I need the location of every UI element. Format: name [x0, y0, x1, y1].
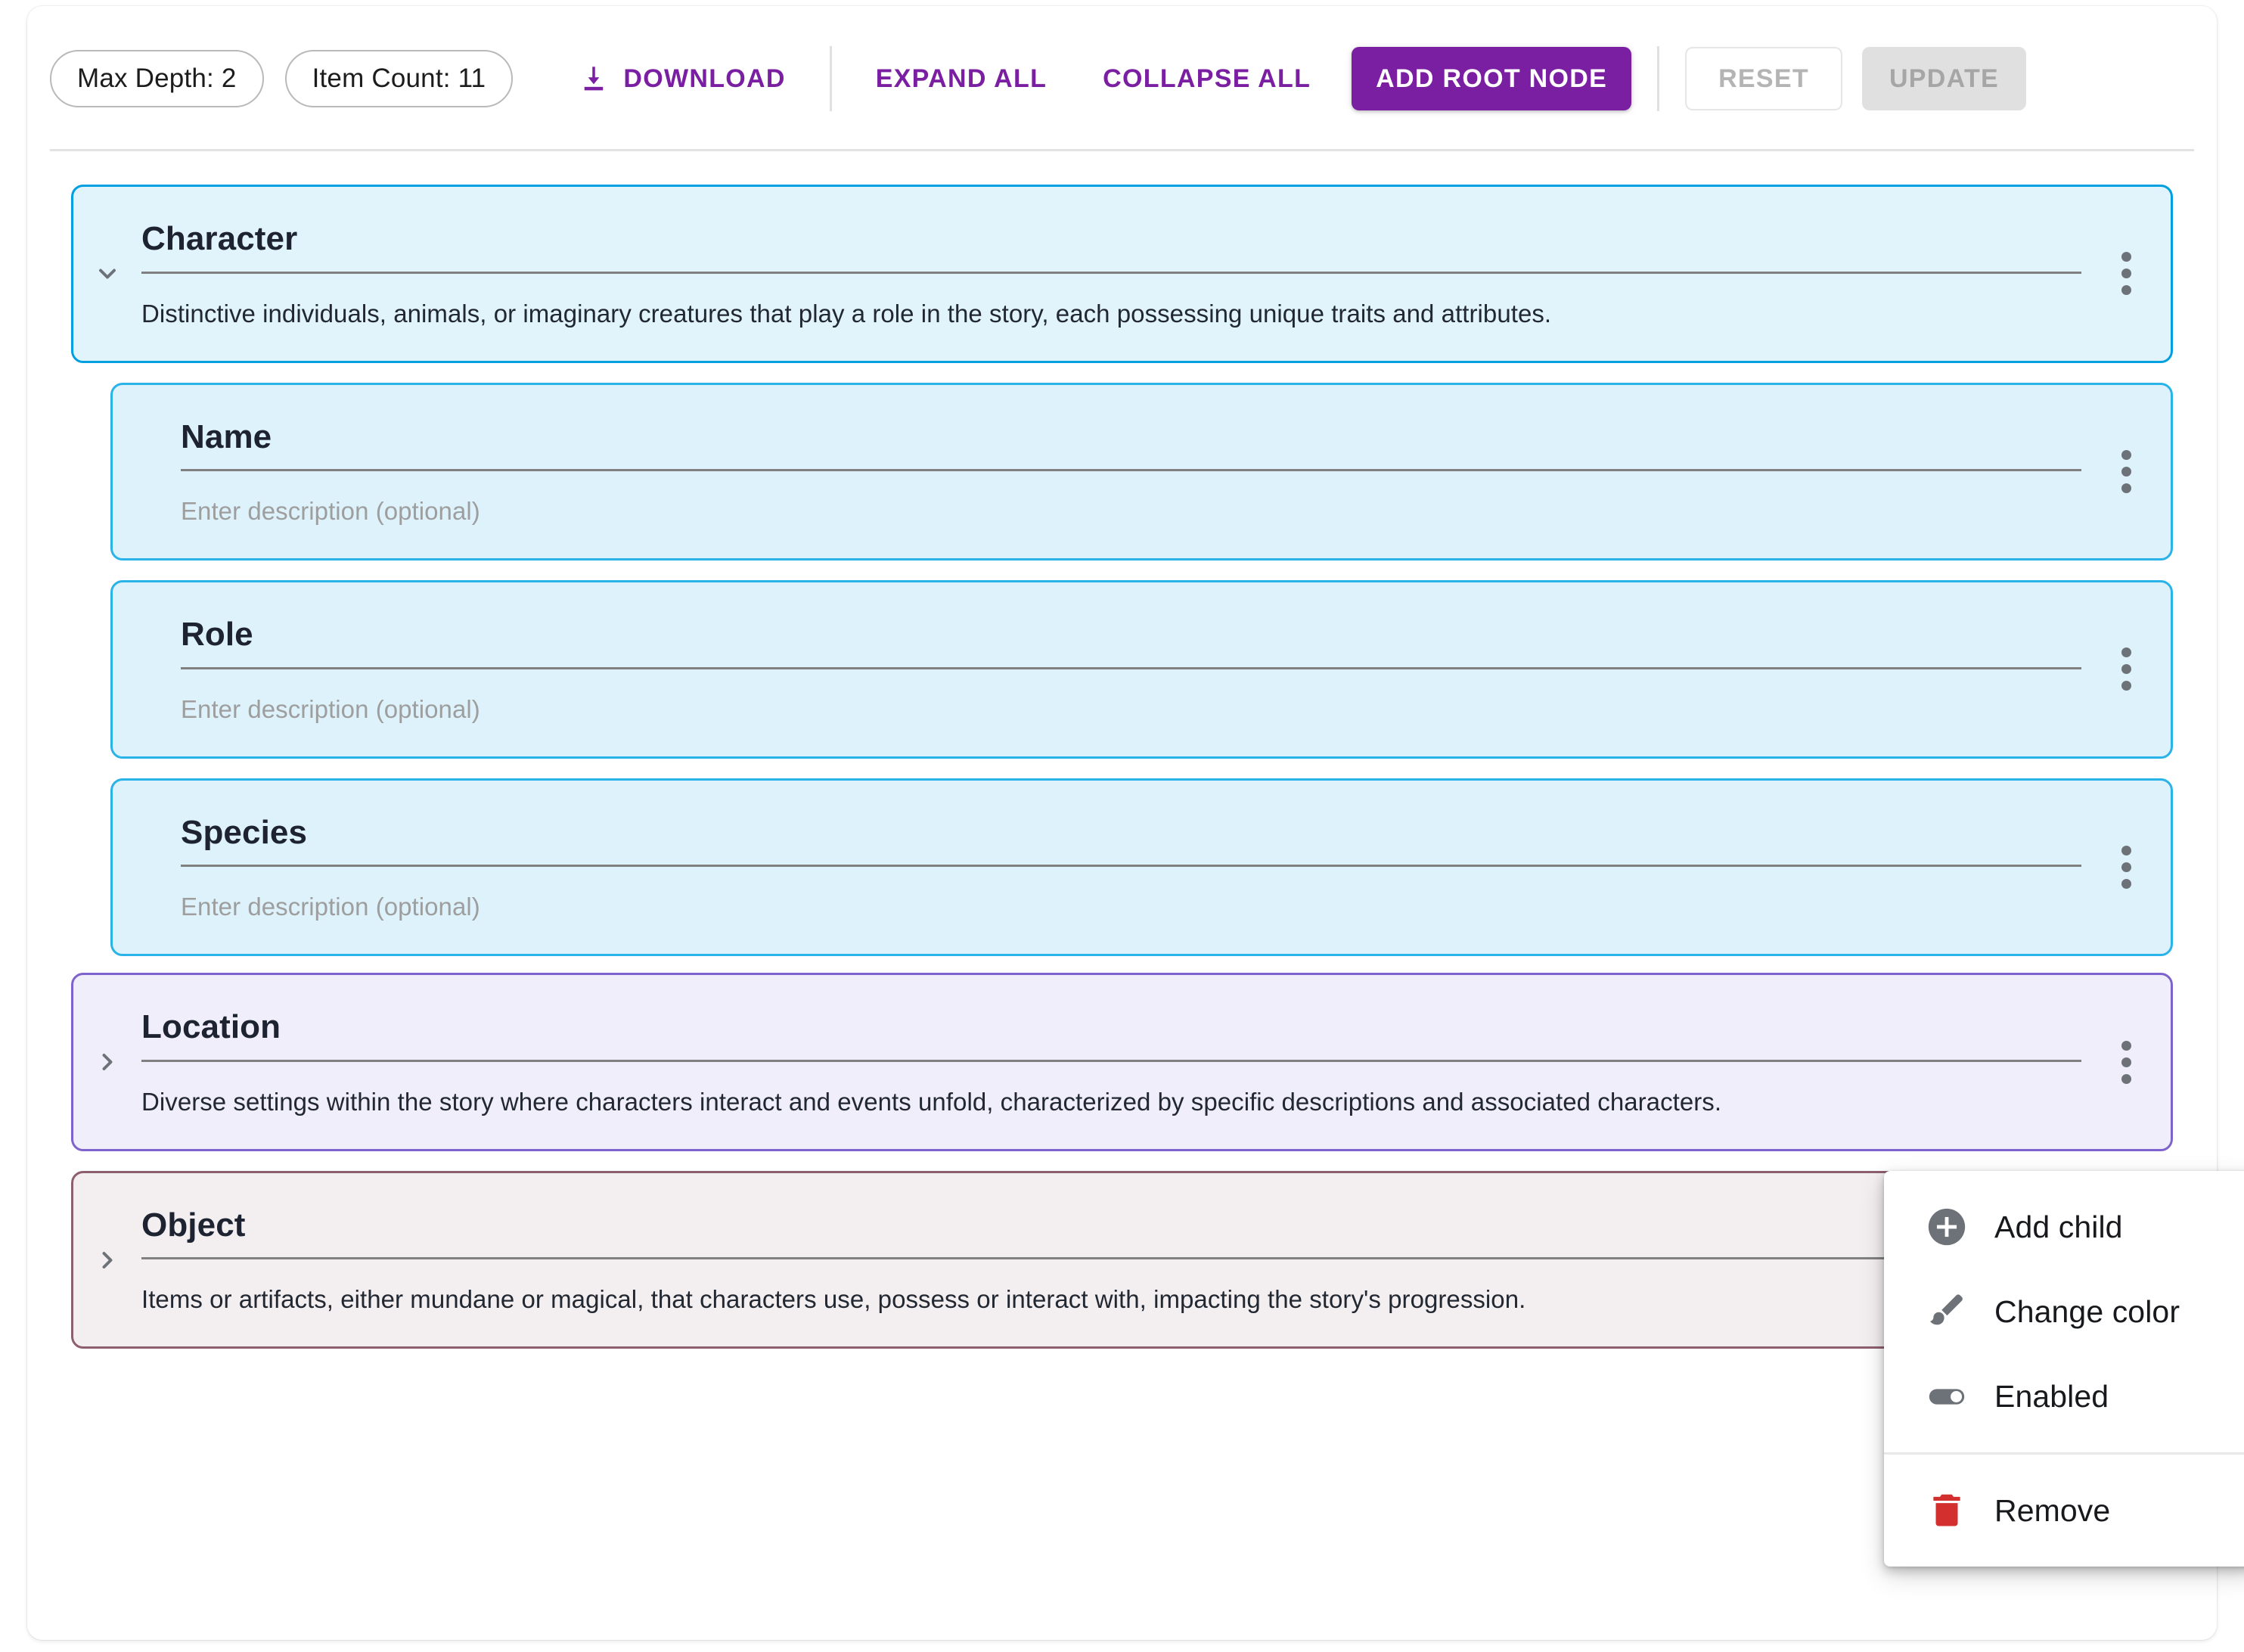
more-vertical-icon — [2121, 252, 2131, 296]
more-vertical-icon — [2121, 647, 2131, 691]
chevron-spacer — [113, 582, 181, 756]
tree-node-body: Location Diverse settings within the stor… — [141, 975, 2081, 1149]
tree-node-description[interactable]: Diverse settings within the story where … — [141, 1086, 2081, 1119]
add-root-node-button[interactable]: ADD ROOT NODE — [1352, 47, 1632, 110]
tree-node-title-underline — [181, 865, 2081, 868]
brush-icon — [1925, 1290, 1969, 1334]
node-menu-button[interactable] — [2081, 385, 2171, 559]
expand-all-button[interactable]: EXPAND ALL — [858, 48, 1065, 109]
context-menu-item-change-color[interactable]: Change color — [1884, 1269, 2244, 1354]
chevron-spacer — [113, 781, 181, 955]
tree-node-card[interactable]: Role Enter description (optional) — [110, 580, 2173, 759]
node-menu-button[interactable] — [2081, 187, 2171, 361]
node-context-menu: Add child Change color Enabled Remove — [1884, 1171, 2244, 1567]
chevron-right-icon — [94, 1247, 121, 1274]
tree-node-description[interactable]: Distinctive individuals, animals, or ima… — [141, 298, 2081, 331]
tree-node-title-underline — [141, 271, 2081, 274]
node-menu-button[interactable] — [2081, 582, 2171, 756]
tree-node-title-underline — [181, 666, 2081, 669]
toggle-on-icon — [1925, 1374, 1969, 1418]
more-vertical-icon — [2121, 449, 2131, 493]
tree-node-title[interactable]: Location — [141, 1007, 2081, 1048]
chevron-down-icon — [94, 260, 121, 287]
reset-button[interactable]: RESET — [1685, 47, 1842, 110]
toolbar-divider-2 — [1657, 46, 1660, 111]
update-button[interactable]: UPDATE — [1861, 47, 2026, 110]
context-menu-item-label: Remove — [1994, 1492, 2111, 1528]
tree-node-title-underline — [141, 1059, 2081, 1062]
more-vertical-icon — [2121, 845, 2131, 889]
tree-node-body: Role Enter description (optional) — [181, 582, 2081, 756]
chevron-right-icon — [94, 1048, 121, 1076]
node-tree: Character Distinctive individuals, animal… — [27, 151, 2217, 1349]
tree-node-description-placeholder[interactable]: Enter description (optional) — [181, 495, 2081, 528]
tree-node-body: Name Enter description (optional) — [181, 385, 2081, 559]
tree-node-description[interactable]: Items or artifacts, either mundane or ma… — [141, 1284, 2081, 1316]
expand-node-button[interactable] — [73, 1173, 141, 1347]
context-menu-item-label: Change color — [1994, 1293, 2180, 1329]
context-menu-item-remove[interactable]: Remove — [1884, 1468, 2244, 1553]
expand-node-button[interactable] — [73, 975, 141, 1149]
tree-node-title[interactable]: Object — [141, 1205, 2081, 1246]
collapse-node-button[interactable] — [73, 187, 141, 361]
collapse-all-button[interactable]: COLLAPSE ALL — [1085, 48, 1329, 109]
download-icon — [578, 63, 610, 95]
tree-node-card[interactable]: Name Enter description (optional) — [110, 382, 2173, 561]
tree-node-card[interactable]: Location Diverse settings within the stor… — [71, 973, 2173, 1151]
tree-node-card[interactable]: Object Items or artifacts, either mundane… — [71, 1170, 2173, 1349]
tree-node-body: Object Items or artifacts, either mundane… — [141, 1173, 2081, 1347]
tree-node-title[interactable]: Character — [141, 219, 2081, 259]
node-menu-button[interactable] — [2081, 781, 2171, 955]
download-button[interactable]: DOWNLOAD — [560, 48, 803, 109]
editor-panel: Max Depth: 2 Item Count: 11 DOWNLOAD EXP… — [27, 6, 2244, 1640]
add-circle-icon — [1925, 1205, 1969, 1249]
expand-all-label: EXPAND ALL — [875, 64, 1048, 93]
toolbar: Max Depth: 2 Item Count: 11 DOWNLOAD EXP… — [27, 6, 2217, 151]
collapse-all-label: COLLAPSE ALL — [1103, 64, 1311, 93]
tree-node-title-underline — [181, 469, 2081, 472]
tree-node-description-placeholder[interactable]: Enter description (optional) — [181, 694, 2081, 726]
tree-node-title[interactable]: Species — [181, 812, 2081, 853]
node-menu-button[interactable] — [2081, 975, 2171, 1149]
tree-node-body: Species Enter description (optional) — [181, 781, 2081, 955]
chevron-spacer — [113, 385, 181, 559]
context-menu-item-enabled[interactable]: Enabled — [1884, 1354, 2244, 1439]
tree-node-description-placeholder[interactable]: Enter description (optional) — [181, 891, 2081, 924]
tree-node-card[interactable]: Character Distinctive individuals, animal… — [71, 185, 2173, 363]
toolbar-divider-1 — [829, 46, 832, 111]
tree-node-body: Character Distinctive individuals, animal… — [141, 187, 2081, 361]
tree-node-title[interactable]: Name — [181, 417, 2081, 458]
max-depth-chip: Max Depth: 2 — [50, 50, 264, 107]
tree-node-title-underline — [141, 1257, 2081, 1260]
context-menu-item-add-child[interactable]: Add child — [1884, 1185, 2244, 1269]
download-button-label: DOWNLOAD — [623, 64, 786, 93]
tree-node-title[interactable]: Role — [181, 614, 2081, 655]
tree-node-card[interactable]: Species Enter description (optional) — [110, 778, 2173, 957]
more-vertical-icon — [2121, 1040, 2131, 1084]
trash-icon — [1925, 1489, 1969, 1532]
item-count-chip: Item Count: 11 — [284, 50, 514, 107]
context-menu-item-label: Add child — [1994, 1209, 2123, 1244]
context-menu-item-label: Enabled — [1994, 1378, 2109, 1414]
context-menu-divider — [1884, 1452, 2244, 1455]
